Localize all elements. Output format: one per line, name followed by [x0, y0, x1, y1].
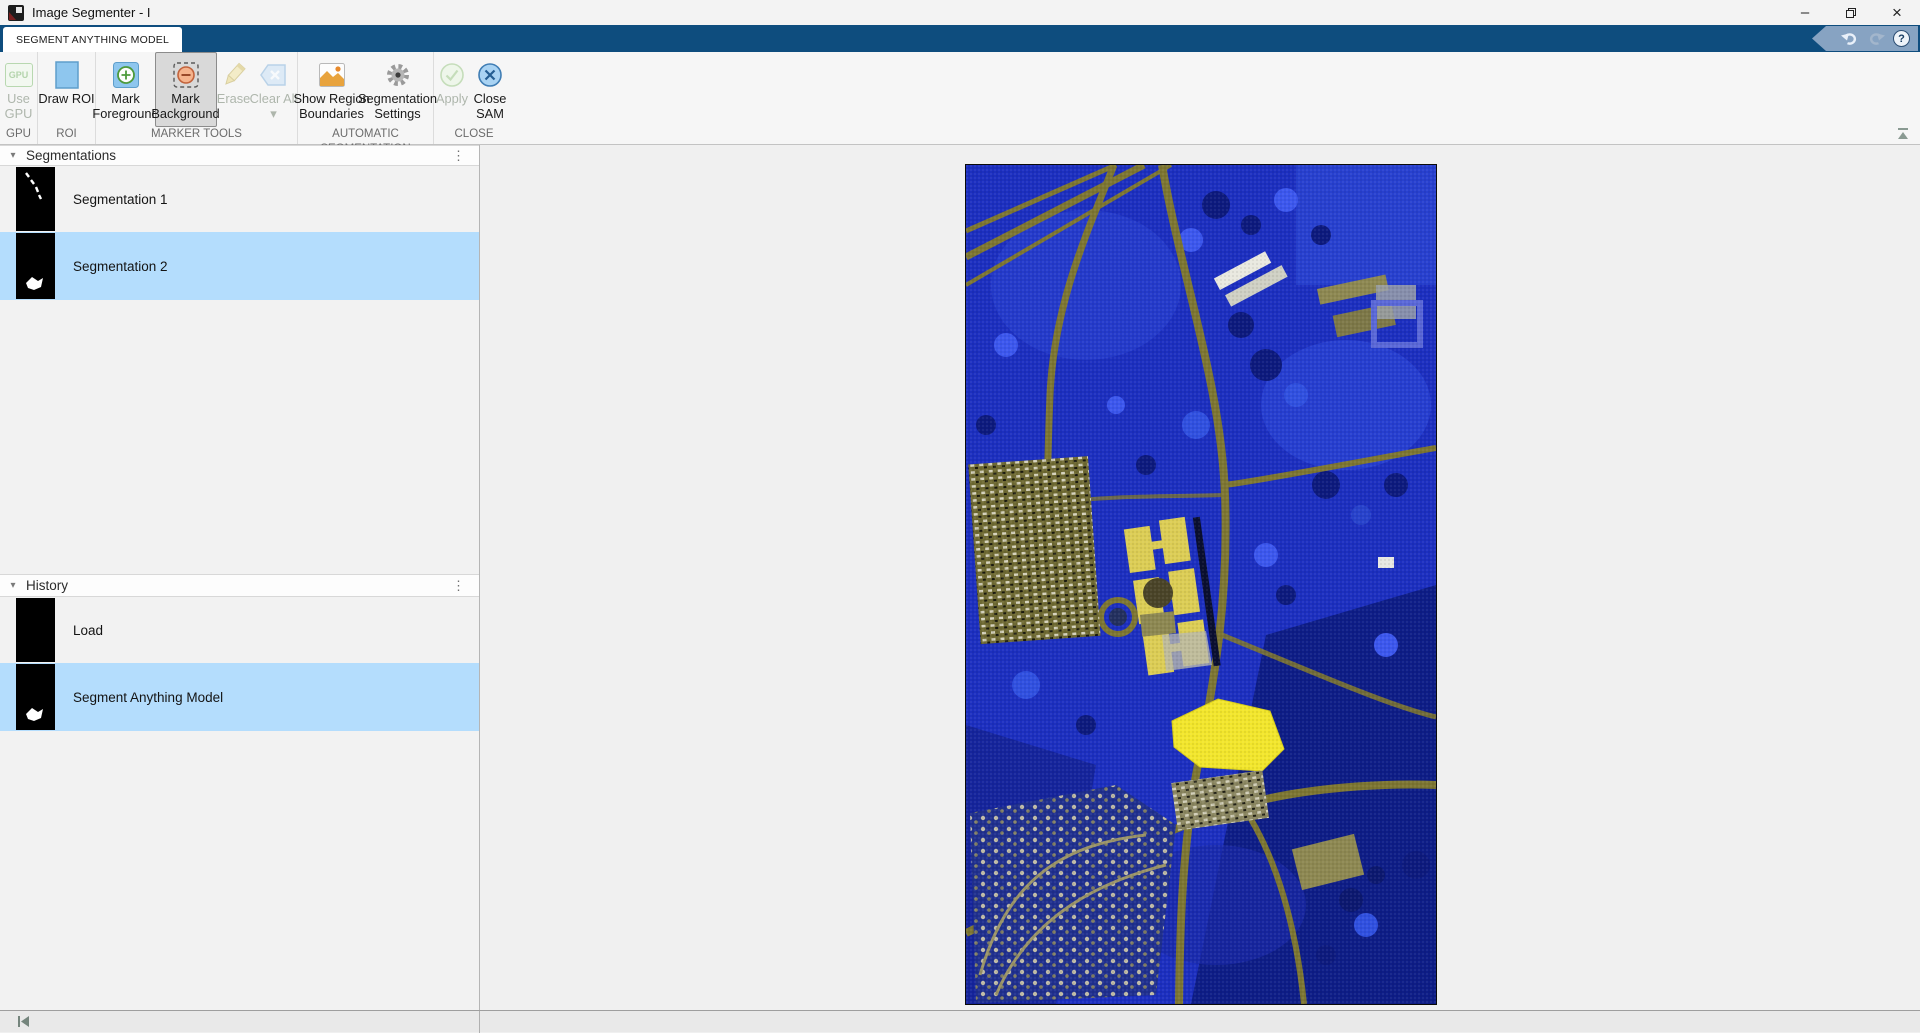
apply-check-icon	[438, 58, 466, 91]
group-label-automatic-segmentation: AUTOMATIC SEGMENTATION	[298, 127, 433, 144]
roi-rectangle-icon	[54, 58, 80, 91]
collapse-toolstrip-button[interactable]	[1894, 126, 1912, 142]
history-panel-title: History	[26, 578, 68, 593]
history-load-label: Load	[73, 623, 103, 638]
image-regions-icon	[318, 58, 346, 91]
collapse-history-icon[interactable]: ▾	[0, 580, 26, 591]
quick-access-toolbar: ?	[1812, 26, 1918, 51]
history-sam-thumbnail	[16, 664, 55, 730]
toolstrip: GPU Use GPU GPU Draw ROI	[0, 52, 1920, 145]
toolbar-group-marker-tools: Mark Foreground Mark Background	[96, 52, 298, 144]
group-label-roi: ROI	[38, 127, 95, 144]
undo-icon	[1840, 31, 1859, 47]
mark-foreground-icon	[112, 58, 140, 91]
history-overflow-menu-icon[interactable]: ⋮	[452, 575, 465, 596]
undo-button[interactable]	[1839, 30, 1859, 47]
segmentation-1-thumbnail	[16, 167, 55, 231]
group-label-marker-tools: MARKER TOOLS	[96, 127, 297, 144]
status-bar-divider	[479, 1011, 480, 1033]
ribbon-tab-bar: SEGMENT ANYTHING MODEL ?	[0, 25, 1920, 52]
help-icon: ?	[1898, 33, 1905, 45]
segmentation-settings-button[interactable]: Segmentation Settings	[364, 52, 432, 127]
toolbar-group-gpu: GPU Use GPU GPU	[0, 52, 38, 144]
history-sam-item[interactable]: Segment Anything Model	[0, 663, 479, 731]
history-load-thumbnail	[16, 598, 55, 662]
segmentations-panel-title: Segmentations	[26, 148, 116, 163]
redo-icon	[1867, 31, 1886, 47]
segmentations-overflow-menu-icon[interactable]: ⋮	[452, 146, 465, 165]
group-label-close: CLOSE	[434, 127, 514, 144]
apply-button[interactable]: Apply	[436, 52, 468, 127]
collapse-panel-button[interactable]	[16, 1015, 32, 1028]
window-title: Image Segmenter - I	[32, 5, 151, 20]
status-bar	[0, 1010, 1920, 1032]
history-panel-header[interactable]: ▾ History ⋮	[0, 574, 479, 597]
toolbar-group-automatic-segmentation: Show Region Boundaries Segmentation	[298, 52, 434, 144]
mark-foreground-button[interactable]: Mark Foreground	[97, 52, 155, 127]
clear-all-icon	[259, 58, 289, 91]
collapse-toolstrip-icon	[1895, 127, 1911, 141]
maximize-icon	[1845, 7, 1857, 19]
segmentation-1-label: Segmentation 1	[73, 192, 168, 207]
toolbar-group-roi: Draw ROI ROI	[38, 52, 96, 144]
close-button[interactable]: ×	[1874, 0, 1920, 25]
segmentations-panel-header[interactable]: ▾ Segmentations ⋮	[0, 145, 479, 166]
history-load-item[interactable]: Load	[0, 597, 479, 663]
close-sam-x-icon	[476, 58, 504, 91]
gpu-icon: GPU	[5, 58, 33, 91]
erase-button[interactable]: Erase	[217, 52, 251, 127]
image-segmenter-window: Image Segmenter - I – × SEGMENT ANYTHING…	[0, 0, 1920, 1032]
show-region-boundaries-button[interactable]: Show Region Boundaries	[300, 52, 364, 127]
segmentation-2-thumbnail	[16, 233, 55, 299]
minimize-icon: –	[1801, 4, 1809, 21]
title-bar: Image Segmenter - I – ×	[0, 0, 1920, 25]
history-sam-label: Segment Anything Model	[73, 690, 223, 705]
group-label-gpu: GPU	[0, 127, 37, 144]
eraser-pencil-icon	[220, 58, 248, 91]
close-icon: ×	[1892, 3, 1902, 23]
image-canvas-area	[480, 145, 1920, 1010]
app-icon	[8, 5, 24, 21]
help-button[interactable]: ?	[1893, 30, 1910, 47]
mark-background-button[interactable]: Mark Background	[155, 52, 217, 127]
maximize-button[interactable]	[1828, 0, 1874, 25]
segmentation-2-item[interactable]: Segmentation 2	[0, 232, 479, 300]
draw-roi-button[interactable]: Draw ROI	[40, 52, 94, 127]
segmentation-1-item[interactable]: Segmentation 1	[0, 166, 479, 232]
segmentation-2-label: Segmentation 2	[73, 259, 168, 274]
skip-to-start-icon	[16, 1015, 32, 1028]
browser-panel: ▾ Segmentations ⋮ Segmentation 1 Segment…	[0, 145, 480, 1010]
mark-background-icon	[172, 58, 200, 91]
collapse-segmentations-icon[interactable]: ▾	[0, 150, 26, 161]
close-sam-button[interactable]: Close SAM	[468, 52, 512, 127]
toolbar-group-close: Apply Close SAM CLOSE	[434, 52, 514, 144]
tab-label: SEGMENT ANYTHING MODEL	[16, 34, 169, 46]
satellite-image[interactable]	[965, 164, 1437, 1005]
redo-button[interactable]	[1866, 30, 1886, 47]
clear-all-dropdown-icon[interactable]: ▾	[270, 107, 276, 122]
clear-all-button[interactable]: Clear All ▾	[251, 52, 297, 127]
gear-icon	[384, 58, 412, 91]
use-gpu-button[interactable]: GPU Use GPU	[2, 52, 35, 127]
minimize-button[interactable]: –	[1782, 0, 1828, 25]
tab-segment-anything-model[interactable]: SEGMENT ANYTHING MODEL	[3, 27, 182, 52]
